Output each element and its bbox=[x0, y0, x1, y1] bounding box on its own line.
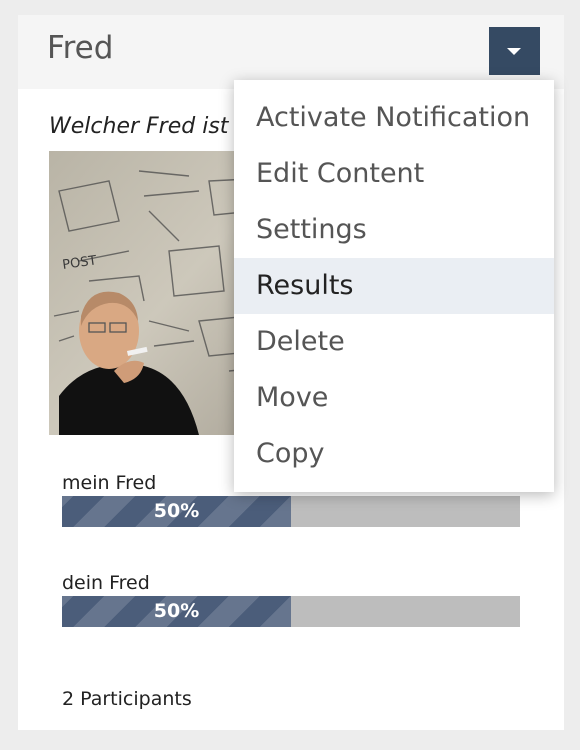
poll-question: Welcher Fred ist bbox=[49, 114, 229, 139]
menu-item-activate-notification[interactable]: Activate Notification bbox=[234, 90, 554, 146]
card-header: Fred bbox=[18, 15, 564, 89]
menu-item-edit-content[interactable]: Edit Content bbox=[234, 146, 554, 202]
answer-label: dein Fred bbox=[62, 572, 150, 594]
menu-item-move[interactable]: Move bbox=[234, 370, 554, 426]
menu-item-delete[interactable]: Delete bbox=[234, 314, 554, 370]
dropdown-toggle-button[interactable] bbox=[489, 27, 540, 75]
participants-count: 2 Participants bbox=[62, 688, 192, 710]
menu-item-settings[interactable]: Settings bbox=[234, 202, 554, 258]
progress-bar: 50% bbox=[62, 496, 520, 527]
answer-item: dein Fred 50% bbox=[62, 570, 520, 670]
progress-percent: 50% bbox=[153, 600, 200, 622]
menu-item-results[interactable]: Results bbox=[234, 258, 554, 314]
dropdown-menu: Activate Notification Edit Content Setti… bbox=[234, 80, 554, 492]
poll-answers: mein Fred 50% dein Fred 50% bbox=[62, 470, 520, 670]
caret-down-icon bbox=[507, 48, 521, 55]
progress-percent: 50% bbox=[153, 500, 200, 522]
card-title: Fred bbox=[47, 30, 114, 66]
progress-bar: 50% bbox=[62, 596, 520, 627]
menu-item-copy[interactable]: Copy bbox=[234, 426, 554, 482]
